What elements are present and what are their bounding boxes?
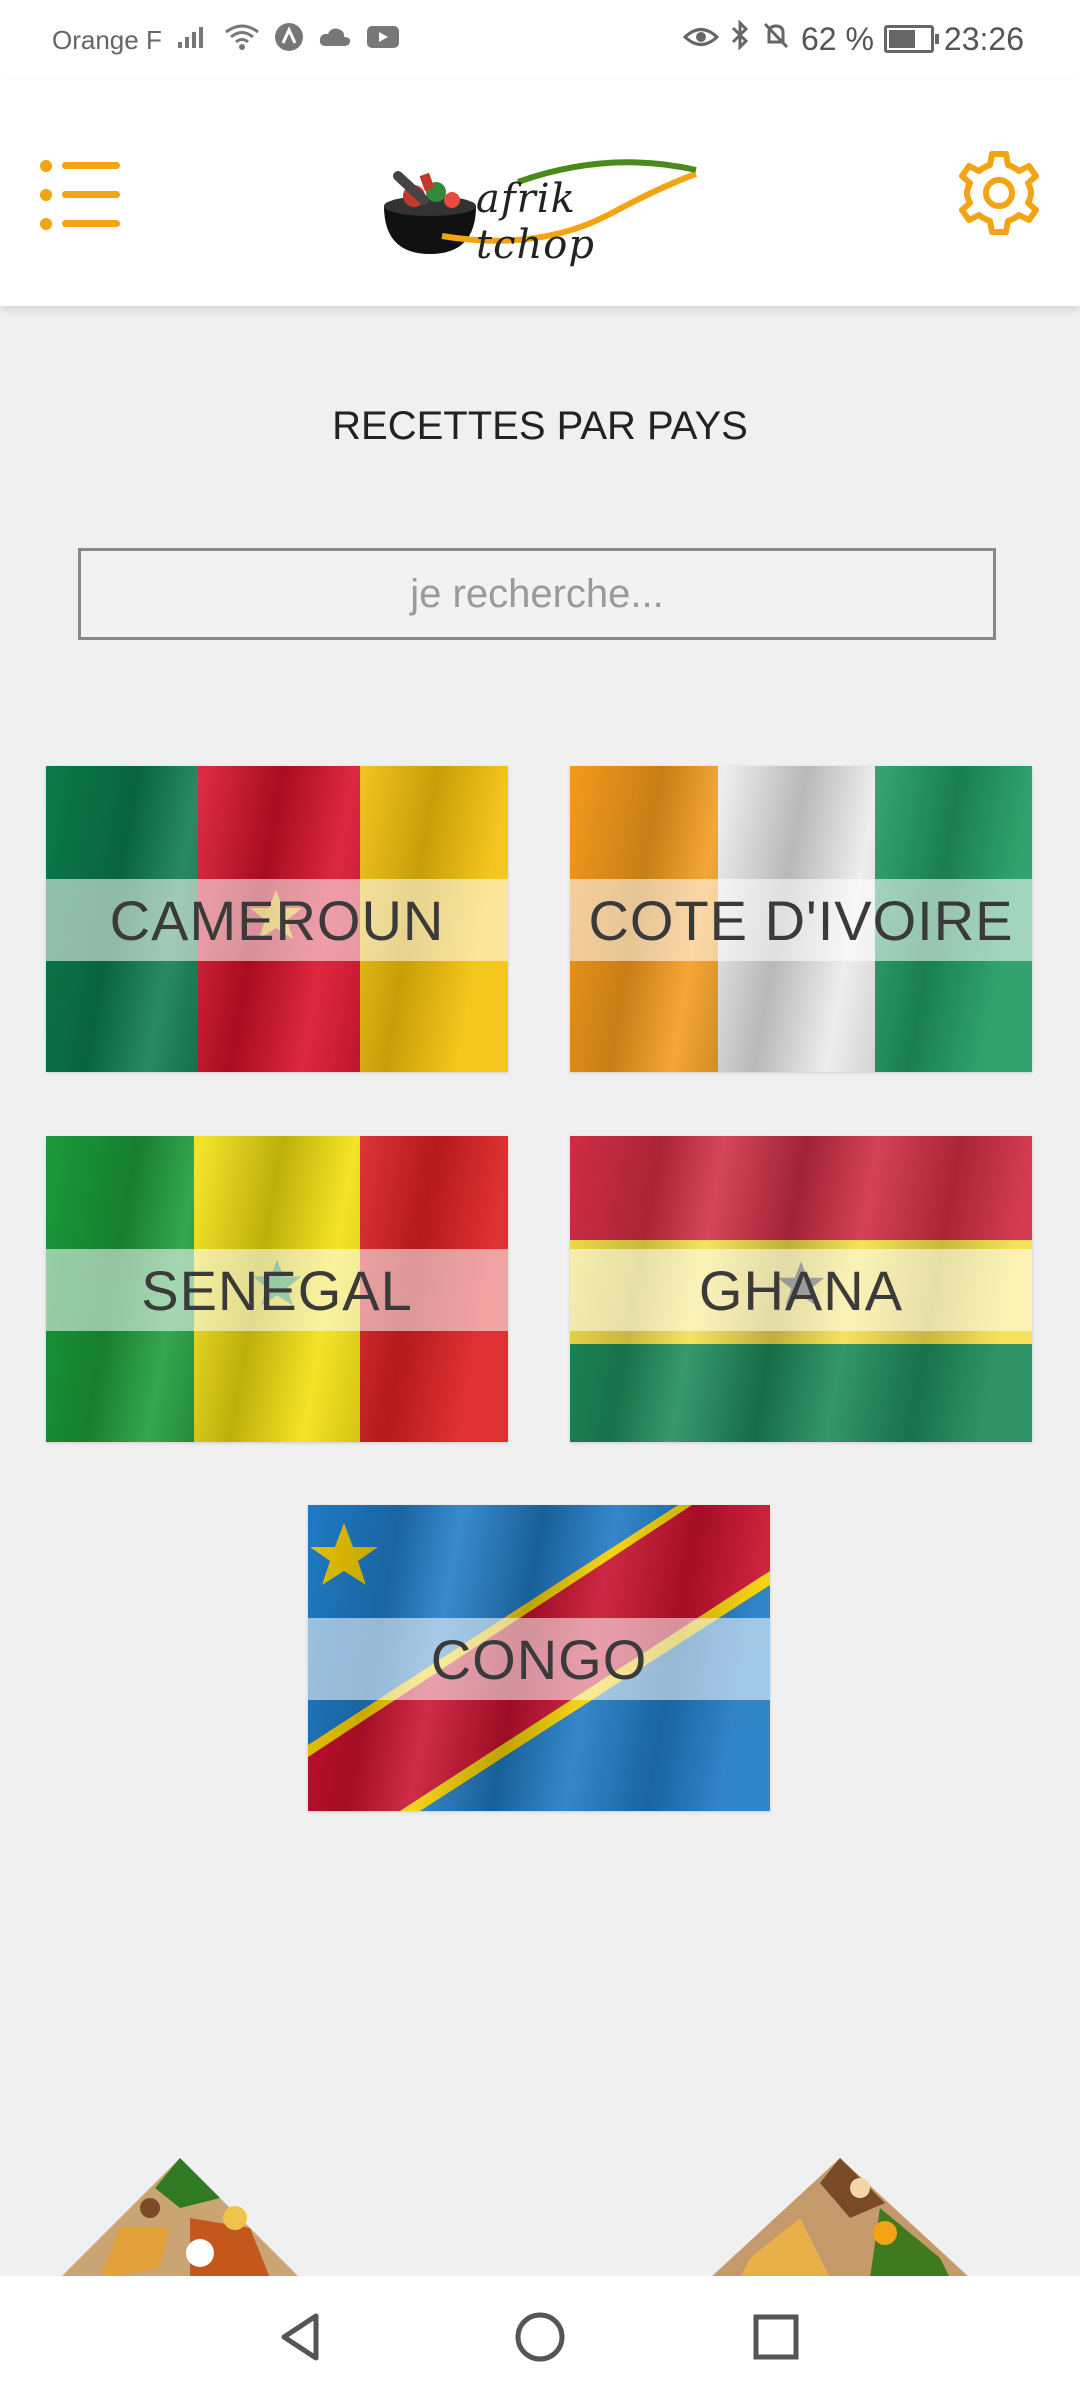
country-card-cote-divoire[interactable]: COTE D'IVOIRE bbox=[570, 766, 1032, 1072]
status-bar: Orange F 62 % 23:26 bbox=[0, 0, 1080, 80]
carrier-name: Orange F bbox=[52, 25, 162, 55]
search-input[interactable] bbox=[78, 548, 996, 640]
signal-icon bbox=[176, 24, 210, 57]
country-label: COTE D'IVOIRE bbox=[570, 879, 1032, 961]
country-label: CAMEROUN bbox=[46, 879, 508, 961]
recents-square-icon[interactable] bbox=[741, 2302, 811, 2372]
status-left: Orange F bbox=[52, 22, 400, 59]
clock: 23:26 bbox=[943, 20, 1024, 57]
bluetooth-icon bbox=[729, 19, 751, 58]
country-label: SENEGAL bbox=[46, 1249, 508, 1331]
status-right: 62 % 23:26 bbox=[682, 19, 1024, 58]
app-logo: afrik tchop bbox=[378, 144, 708, 268]
app-notification-icon bbox=[274, 22, 304, 59]
logo-text: afrik tchop bbox=[476, 176, 595, 268]
back-triangle-icon[interactable] bbox=[268, 2302, 338, 2372]
mute-bell-icon bbox=[761, 20, 791, 58]
home-circle-icon[interactable] bbox=[505, 2302, 575, 2372]
country-card-senegal[interactable]: SENEGAL bbox=[46, 1136, 508, 1442]
youtube-icon bbox=[366, 24, 400, 57]
settings-gear-icon[interactable] bbox=[954, 148, 1044, 238]
wifi-icon bbox=[224, 23, 260, 58]
country-label: CONGO bbox=[308, 1618, 770, 1700]
cloud-icon bbox=[318, 25, 352, 57]
page-title: RECETTES PAR PAYS bbox=[332, 404, 748, 448]
food-collage-right-image bbox=[710, 2158, 970, 2278]
eye-icon bbox=[682, 21, 720, 58]
app-header: afrik tchop bbox=[0, 80, 1080, 306]
battery-icon bbox=[883, 25, 939, 53]
country-label: GHANA bbox=[570, 1249, 1032, 1331]
menu-icon[interactable] bbox=[36, 160, 120, 230]
battery-percent: 62 % bbox=[800, 20, 874, 57]
system-nav-bar bbox=[0, 2276, 1080, 2400]
food-collage-left-image bbox=[60, 2158, 300, 2278]
country-card-cameroun[interactable]: CAMEROUN bbox=[46, 766, 508, 1072]
country-card-congo[interactable]: CONGO bbox=[308, 1505, 770, 1811]
country-card-ghana[interactable]: GHANA bbox=[570, 1136, 1032, 1442]
